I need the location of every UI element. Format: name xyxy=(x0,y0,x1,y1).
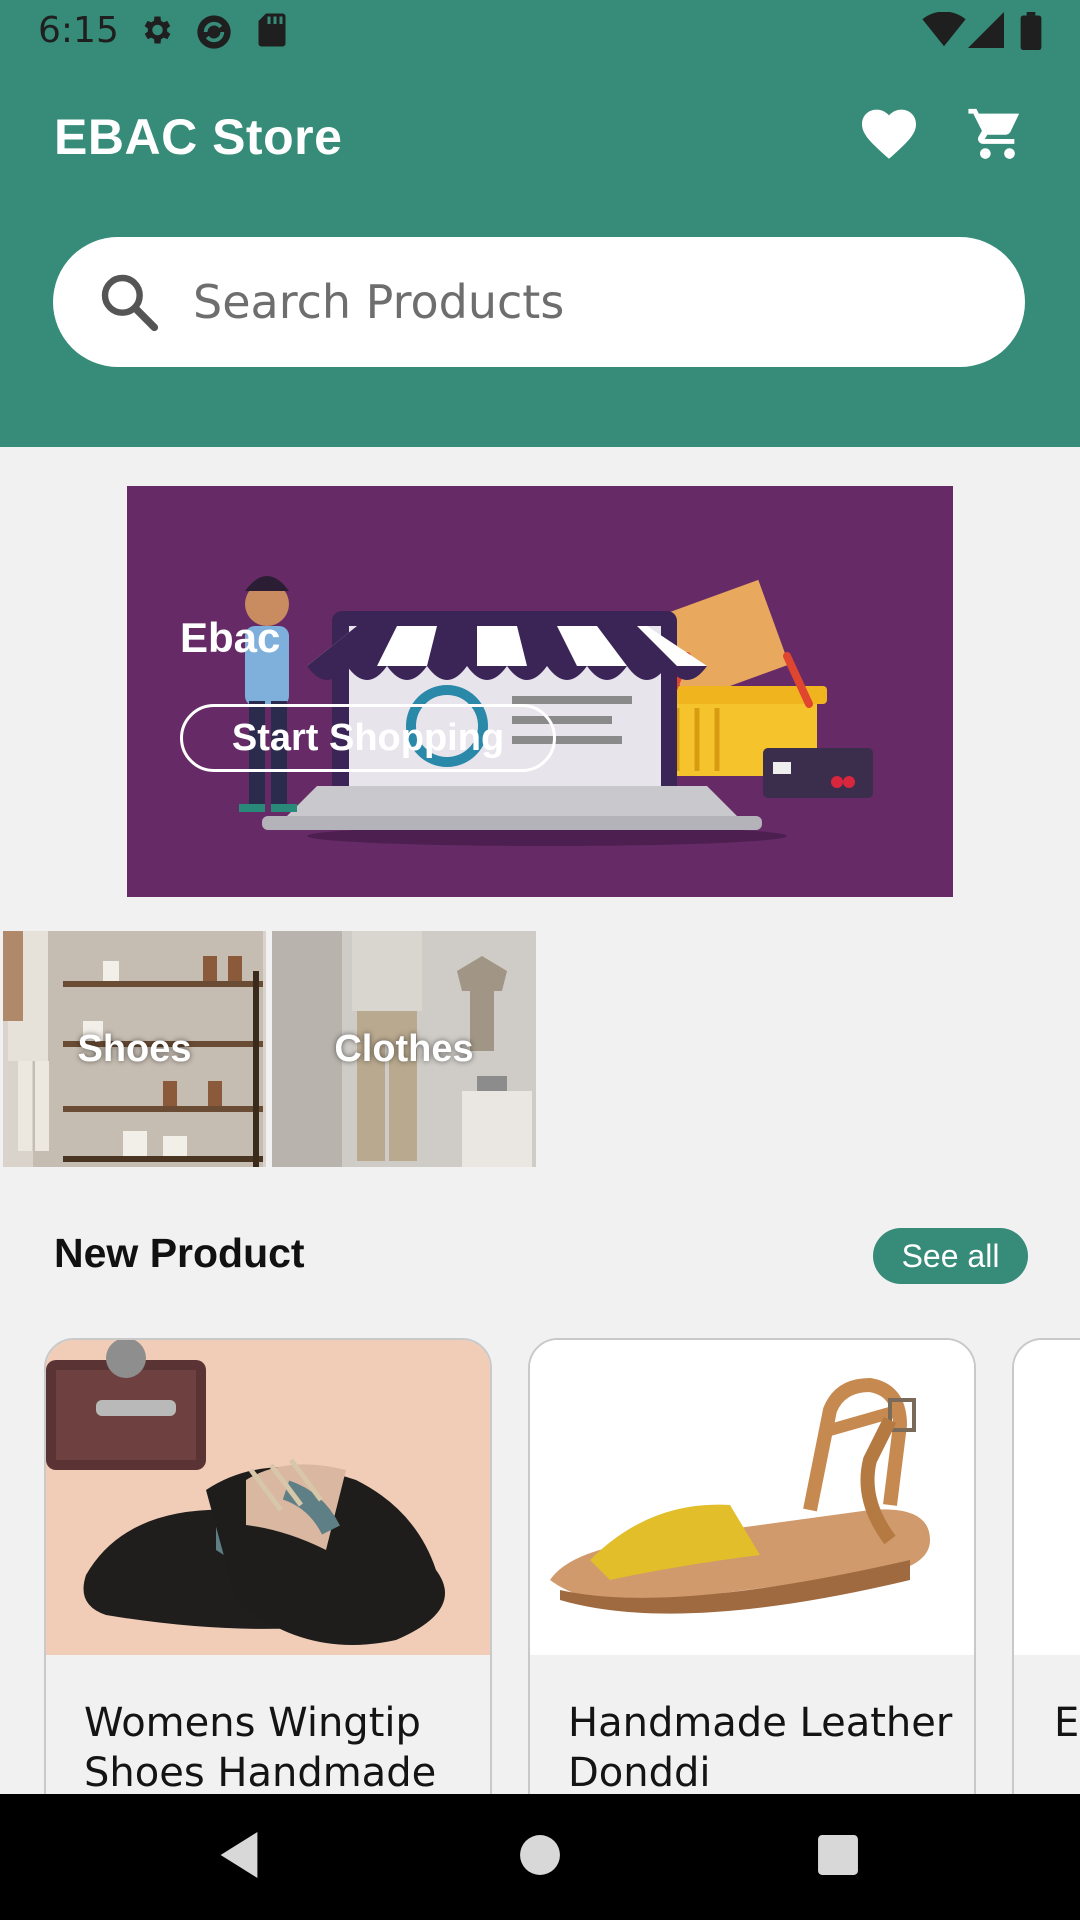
product-card[interactable]: Womens Wingtip Shoes Handmade xyxy=(44,1338,492,1798)
heart-icon xyxy=(859,106,919,165)
home-button[interactable] xyxy=(507,1824,573,1890)
product-image xyxy=(1014,1340,1080,1655)
category-label-shoes: Shoes xyxy=(77,1027,192,1070)
search-input[interactable] xyxy=(193,267,973,337)
favorites-button[interactable] xyxy=(854,100,924,170)
app-title: EBAC Store xyxy=(54,109,343,165)
sd-card-icon xyxy=(256,12,288,53)
search-bar[interactable] xyxy=(53,237,1025,367)
search-icon xyxy=(97,270,161,339)
signal-icon xyxy=(968,12,1004,53)
sync-icon xyxy=(194,12,234,57)
product-image xyxy=(46,1340,490,1655)
banner-illustration xyxy=(239,576,873,846)
category-label-clothes: Clothes xyxy=(334,1027,474,1070)
gear-icon xyxy=(138,12,174,53)
screen: 6:15 EBAC Store Search Products Ebac Sta… xyxy=(0,0,1080,1920)
status-bar: 6:15 xyxy=(0,0,1080,64)
product-card[interactable]: Handmade Leather Donddi xyxy=(528,1338,976,1798)
promo-banner[interactable]: Ebac Start Shopping xyxy=(127,486,953,897)
banner-title: Ebac xyxy=(180,614,281,661)
product-name: Handmade Leather Donddi xyxy=(568,1700,953,1796)
wifi-icon xyxy=(922,11,966,53)
back-button[interactable] xyxy=(206,1824,272,1890)
cart-icon xyxy=(966,104,1024,167)
navigation-bar xyxy=(0,1794,1080,1920)
category-clothes[interactable]: Clothes xyxy=(272,931,536,1167)
product-name: Womens Wingtip Shoes Handmade xyxy=(84,1700,437,1796)
product-name: E H xyxy=(1054,1700,1080,1746)
product-card[interactable]: E H xyxy=(1012,1338,1080,1798)
recents-icon xyxy=(817,1834,859,1881)
status-time: 6:15 xyxy=(38,10,119,51)
battery-icon xyxy=(1020,12,1042,55)
recents-button[interactable] xyxy=(805,1824,871,1890)
category-shoes[interactable]: Shoes xyxy=(3,931,266,1167)
app-bar: EBAC Store xyxy=(0,64,1080,447)
new-product-heading: New Product xyxy=(54,1230,305,1276)
start-shopping-button[interactable]: Start Shopping xyxy=(180,704,556,772)
home-icon xyxy=(519,1834,561,1881)
product-image xyxy=(530,1340,974,1655)
see-all-button[interactable]: See all xyxy=(873,1228,1028,1284)
cart-button[interactable] xyxy=(960,100,1030,170)
back-icon xyxy=(216,1829,262,1886)
